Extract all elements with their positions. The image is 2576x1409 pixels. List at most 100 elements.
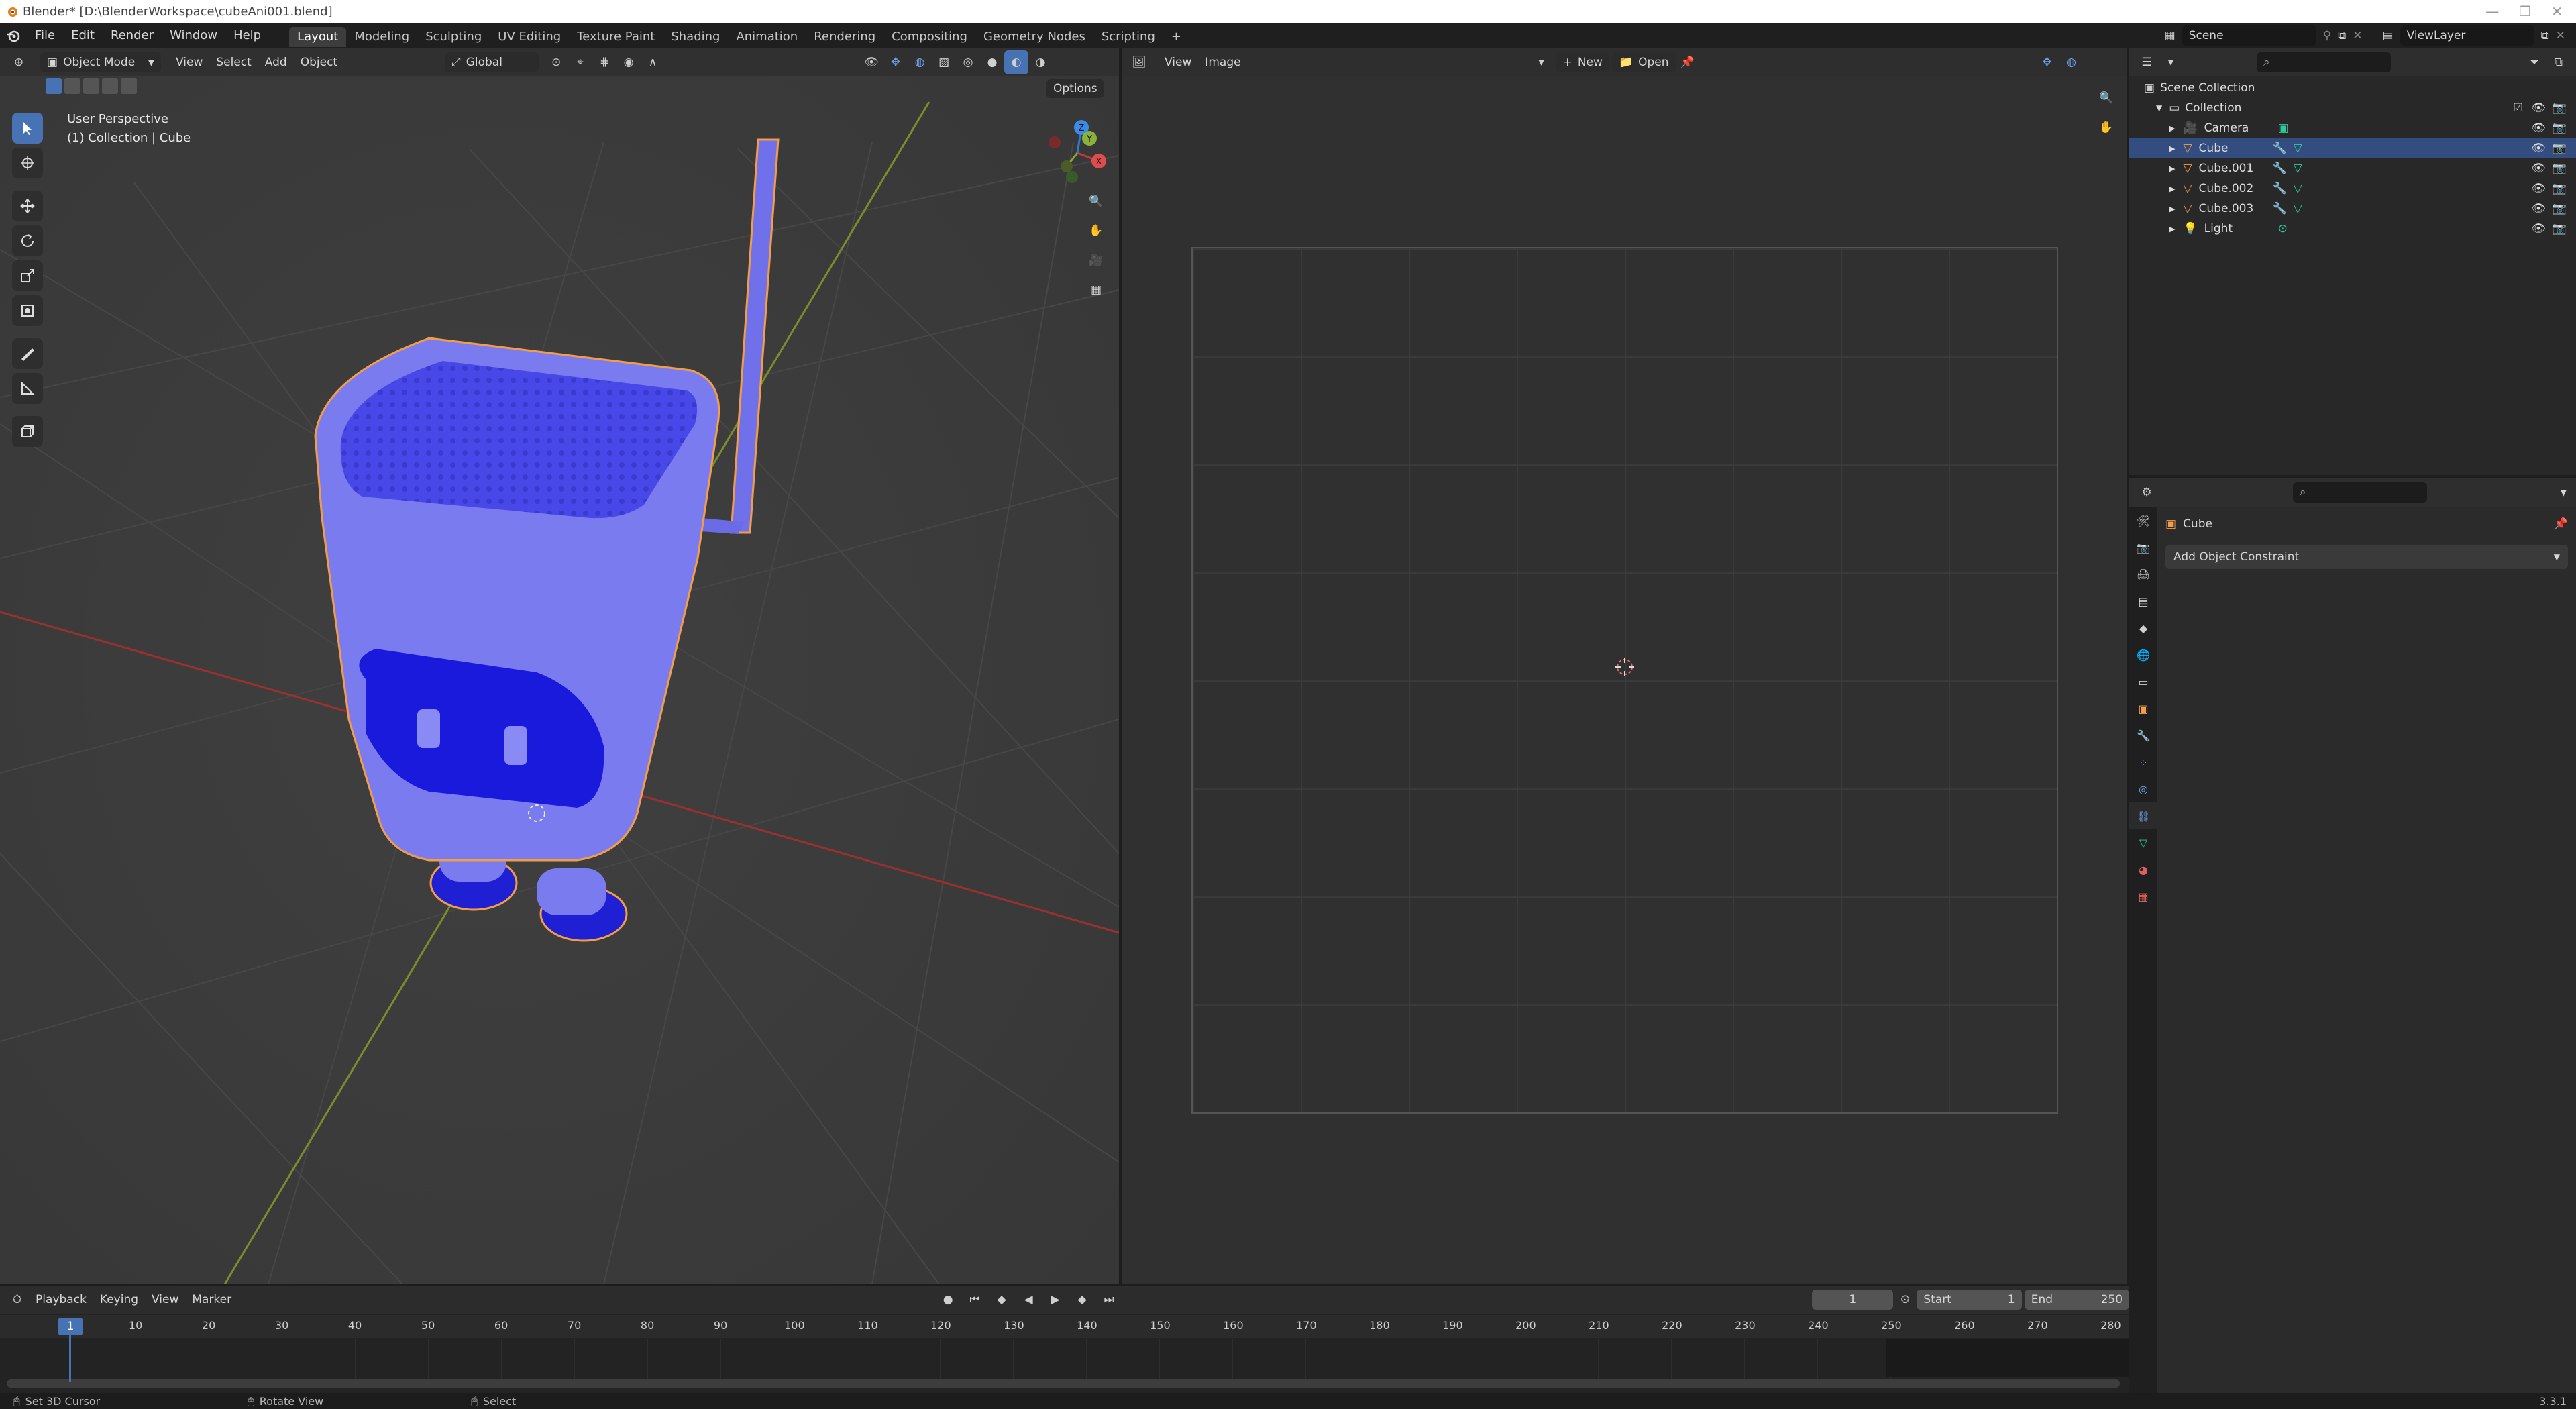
hide-eye-icon[interactable]: 👁: [2531, 222, 2546, 236]
hide-eye-icon[interactable]: 👁: [2531, 142, 2546, 155]
mode-selector[interactable]: ▣ Object Mode ▼: [40, 52, 161, 72]
add-workspace-button[interactable]: +: [1163, 27, 1189, 47]
scale-tool-icon[interactable]: [12, 260, 43, 291]
render-icon[interactable]: 📷: [2129, 534, 2157, 561]
viewport-scene[interactable]: [0, 48, 1119, 1284]
tab-sculpting[interactable]: Sculpting: [417, 27, 490, 47]
tab-animation[interactable]: Animation: [728, 27, 806, 47]
menu-help[interactable]: Help: [225, 23, 269, 48]
image-overlay-icon[interactable]: ◍: [2059, 50, 2084, 74]
jump-start-icon[interactable]: ⏮: [963, 1288, 987, 1312]
properties-options-icon[interactable]: ▼: [2561, 488, 2567, 497]
transform-orientation-selector[interactable]: ⤢ Global: [445, 52, 539, 72]
pin-icon[interactable]: ⚲: [2323, 29, 2331, 42]
viewport-menu-object[interactable]: Object: [294, 56, 344, 69]
menu-window[interactable]: Window: [162, 23, 225, 48]
expand-arrow-icon[interactable]: ▶: [2169, 124, 2175, 133]
pan-hand-icon[interactable]: ✋: [1084, 219, 1108, 243]
render-camera-icon[interactable]: 📷: [2553, 121, 2567, 135]
zoom-icon[interactable]: 🔍: [1084, 189, 1108, 213]
start-frame-field[interactable]: Start 1: [1917, 1290, 2022, 1310]
solid-shading-icon[interactable]: ●: [980, 50, 1004, 74]
properties-pin-icon[interactable]: 📌: [2554, 517, 2568, 531]
delete-scene-icon[interactable]: ✕: [2353, 29, 2362, 42]
timeline[interactable]: ⏱ Playback Keying View Marker ● ⏮ ◆ ◀ ▶ …: [0, 1286, 2130, 1400]
timeline-menu-playback[interactable]: Playback: [29, 1293, 93, 1306]
add-cube-tool-icon[interactable]: [12, 416, 43, 447]
select-subtract-icon[interactable]: [83, 78, 99, 94]
timeline-scrollbar[interactable]: [7, 1379, 2120, 1388]
mesh-data-icon[interactable]: ▽: [2294, 162, 2302, 175]
blender-menu-icon[interactable]: [0, 23, 27, 48]
scene-icon[interactable]: ◆: [2129, 615, 2157, 641]
collection-icon[interactable]: ▭: [2129, 668, 2157, 695]
hide-eye-icon[interactable]: 👁: [2531, 202, 2546, 215]
properties-type-icon[interactable]: ⚙: [2135, 480, 2159, 505]
open-image-button[interactable]: 📁 Open: [1611, 52, 1676, 72]
material-icon[interactable]: ◕: [2129, 856, 2157, 883]
viewport-menu-view[interactable]: View: [169, 56, 209, 69]
play-reverse-icon[interactable]: ◀: [1016, 1288, 1040, 1312]
maximize-icon[interactable]: ❐: [2519, 3, 2531, 19]
modifier-wrench-icon[interactable]: 🔧: [2273, 162, 2287, 175]
data-icon[interactable]: ▽: [2129, 829, 2157, 856]
render-camera-icon[interactable]: 📷: [2553, 182, 2567, 195]
modifier-wrench-icon[interactable]: 🔧: [2273, 182, 2287, 195]
tab-compositing[interactable]: Compositing: [883, 27, 975, 47]
render-camera-icon[interactable]: 📷: [2553, 222, 2567, 236]
tree-row-collection[interactable]: ▼ ▭ Collection ☑ 👁 📷: [2129, 98, 2576, 118]
physics-icon[interactable]: ◎: [2129, 776, 2157, 802]
object-icon[interactable]: ▣: [2129, 695, 2157, 722]
image-editor-type-icon[interactable]: 🖼: [1127, 50, 1151, 74]
timeline-type-icon[interactable]: ⏱: [5, 1288, 29, 1312]
expand-arrow-icon[interactable]: ▶: [2169, 164, 2175, 173]
outliner-type-icon[interactable]: ☰: [2135, 50, 2159, 74]
move-tool-icon[interactable]: [12, 191, 43, 221]
tree-row-cube-003[interactable]: ▶ ▽ Cube.003 🔧 ▽ 👁 📷: [2129, 199, 2576, 219]
image-menu-image[interactable]: Image: [1198, 56, 1247, 69]
tree-row-cube-002[interactable]: ▶ ▽ Cube.002 🔧 ▽ 👁 📷: [2129, 178, 2576, 199]
timeline-menu-marker[interactable]: Marker: [185, 1293, 238, 1306]
perspective-toggle-icon[interactable]: ▦: [1084, 278, 1108, 302]
gizmo-toggle-icon[interactable]: ✥: [883, 50, 908, 74]
select-invert-icon[interactable]: [102, 78, 118, 94]
select-intersect-icon[interactable]: [121, 78, 137, 94]
outliner-search-input[interactable]: ⌕: [2257, 52, 2391, 72]
render-camera-icon[interactable]: 📷: [2553, 101, 2567, 115]
menu-file[interactable]: File: [27, 23, 63, 48]
mesh-data-icon[interactable]: ▽: [2294, 142, 2302, 155]
preview-range-icon[interactable]: ⏲: [1893, 1288, 1917, 1312]
viewport-menu-add[interactable]: Add: [258, 56, 294, 69]
navigation-gizmo[interactable]: X Z Y: [1037, 113, 1118, 193]
expand-arrow-icon[interactable]: ▶: [2169, 144, 2175, 153]
current-frame-field[interactable]: 1: [1812, 1290, 1894, 1310]
tree-row-cube-001[interactable]: ▶ ▽ Cube.001 🔧 ▽ 👁 📷: [2129, 158, 2576, 178]
timeline-menu-view[interactable]: View: [145, 1293, 185, 1306]
jump-end-icon[interactable]: ⏭: [1097, 1288, 1121, 1312]
transform-tool-icon[interactable]: [12, 295, 43, 326]
timeline-menu-keying[interactable]: Keying: [93, 1293, 145, 1306]
view-layer-icon[interactable]: ▤: [2129, 588, 2157, 615]
expand-arrow-icon[interactable]: ▶: [2169, 225, 2175, 233]
rotate-tool-icon[interactable]: [12, 225, 43, 256]
select-tool-icon[interactable]: [12, 113, 43, 144]
tab-layout[interactable]: Layout: [289, 26, 347, 47]
camera-view-icon[interactable]: 🎥: [1084, 248, 1108, 272]
tree-row-scene-collection[interactable]: ▣ Scene Collection: [2129, 78, 2576, 98]
tool-icon[interactable]: 🛠: [2129, 507, 2157, 534]
collapse-arrow-icon[interactable]: ▼: [2156, 103, 2162, 113]
render-camera-icon[interactable]: 📷: [2553, 142, 2567, 155]
new-image-button[interactable]: + New: [1556, 52, 1609, 72]
constraints-icon[interactable]: ⛓: [2129, 802, 2157, 829]
tab-texture-paint[interactable]: Texture Paint: [569, 27, 663, 47]
playhead-line[interactable]: [69, 1335, 71, 1382]
snap-target-icon[interactable]: ⋕: [592, 50, 616, 74]
uv-canvas[interactable]: [1191, 247, 2058, 1114]
pin-image-icon[interactable]: 📌: [1676, 50, 1700, 74]
tab-modeling[interactable]: Modeling: [346, 27, 417, 47]
filter-icon[interactable]: ⏷: [2522, 50, 2546, 74]
playhead-frame-badge[interactable]: 1: [58, 1318, 83, 1335]
new-collection-icon[interactable]: ⧉: [2546, 50, 2571, 74]
particles-icon[interactable]: ⁘: [2129, 749, 2157, 776]
tab-scripting[interactable]: Scripting: [1093, 27, 1163, 47]
